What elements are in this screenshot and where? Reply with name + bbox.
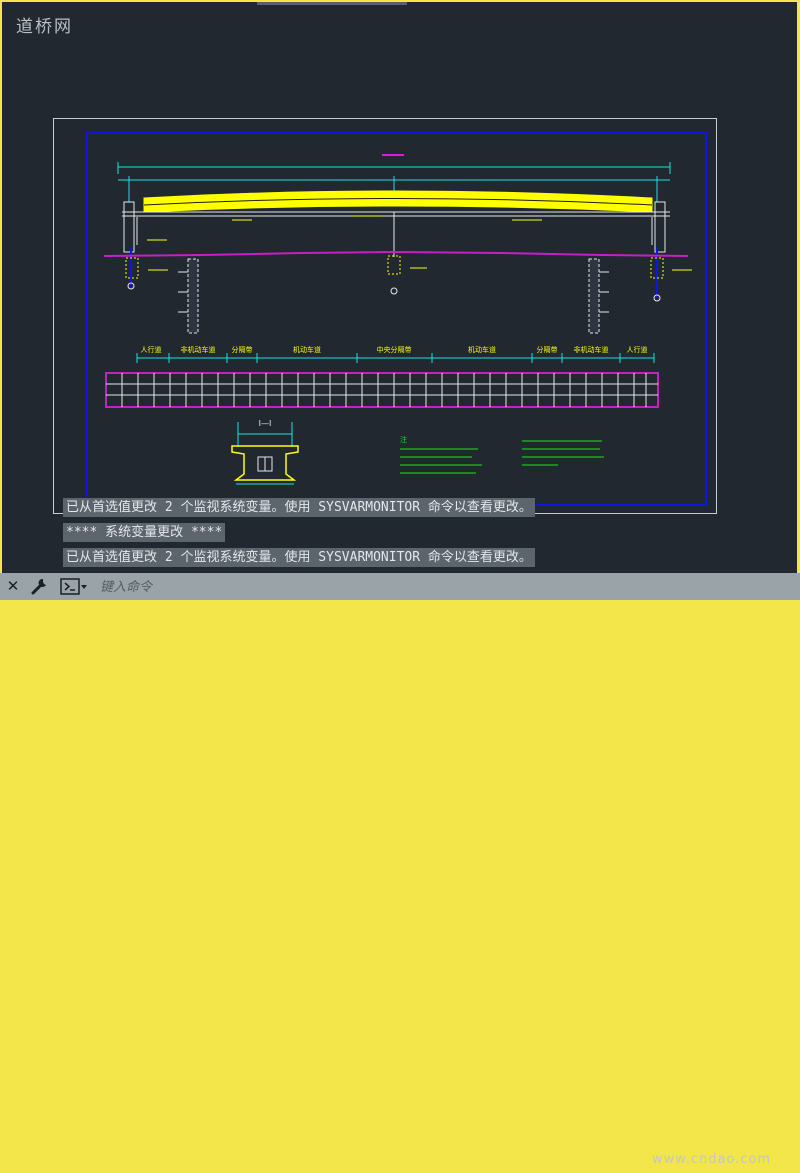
command-input[interactable]: [98, 576, 622, 599]
wrench-icon[interactable]: [30, 577, 50, 595]
section-detail: I—I: [231, 419, 299, 485]
left-borehole: [187, 258, 199, 334]
center-pile-cap: [387, 255, 401, 275]
model-space-viewport[interactable]: 道桥网 人行道 非机动车道 分隔带 机动车道 中央分隔带 机动车道 分隔带 非机…: [2, 2, 797, 598]
site-watermark: www.cndao.com: [652, 1152, 772, 1167]
command-history-line: 已从首选值更改 2 个监视系统变量。使用 SYSVARMONITOR 命令以查看…: [63, 548, 535, 567]
ground-line: [103, 250, 689, 257]
drawing-notes: 注: [400, 435, 604, 474]
span-label-bike-lane-right: 非机动车道: [574, 345, 609, 354]
span-label-sidewalk-left: 人行道: [141, 345, 162, 354]
span-label-bike-lane-left: 非机动车道: [181, 345, 216, 354]
command-bar: ✕ www.cndao.com: [0, 573, 800, 1167]
right-abutment: [654, 201, 666, 253]
span-label-vehicle-lane-right: 机动车道: [468, 345, 496, 354]
span-label-median: 中央分隔带: [377, 345, 412, 354]
close-icon[interactable]: ✕: [4, 577, 22, 595]
right-borehole: [588, 258, 600, 334]
span-label-sidewalk-right: 人行道: [627, 345, 648, 354]
left-abutment: [123, 201, 135, 253]
command-history-line: 已从首选值更改 2 个监视系统变量。使用 SYSVARMONITOR 命令以查看…: [63, 498, 535, 517]
span-label-separator-left: 分隔带: [232, 345, 253, 354]
notes-heading: 注: [400, 435, 407, 444]
command-prompt-icon[interactable]: [60, 578, 88, 595]
span-label-vehicle-lane-left: 机动车道: [293, 345, 321, 354]
quantity-table: [105, 372, 659, 408]
span-label-separator-right: 分隔带: [537, 345, 558, 354]
command-history-line: **** 系统变量更改 ****: [63, 523, 226, 542]
section-label: I—I: [259, 419, 272, 428]
